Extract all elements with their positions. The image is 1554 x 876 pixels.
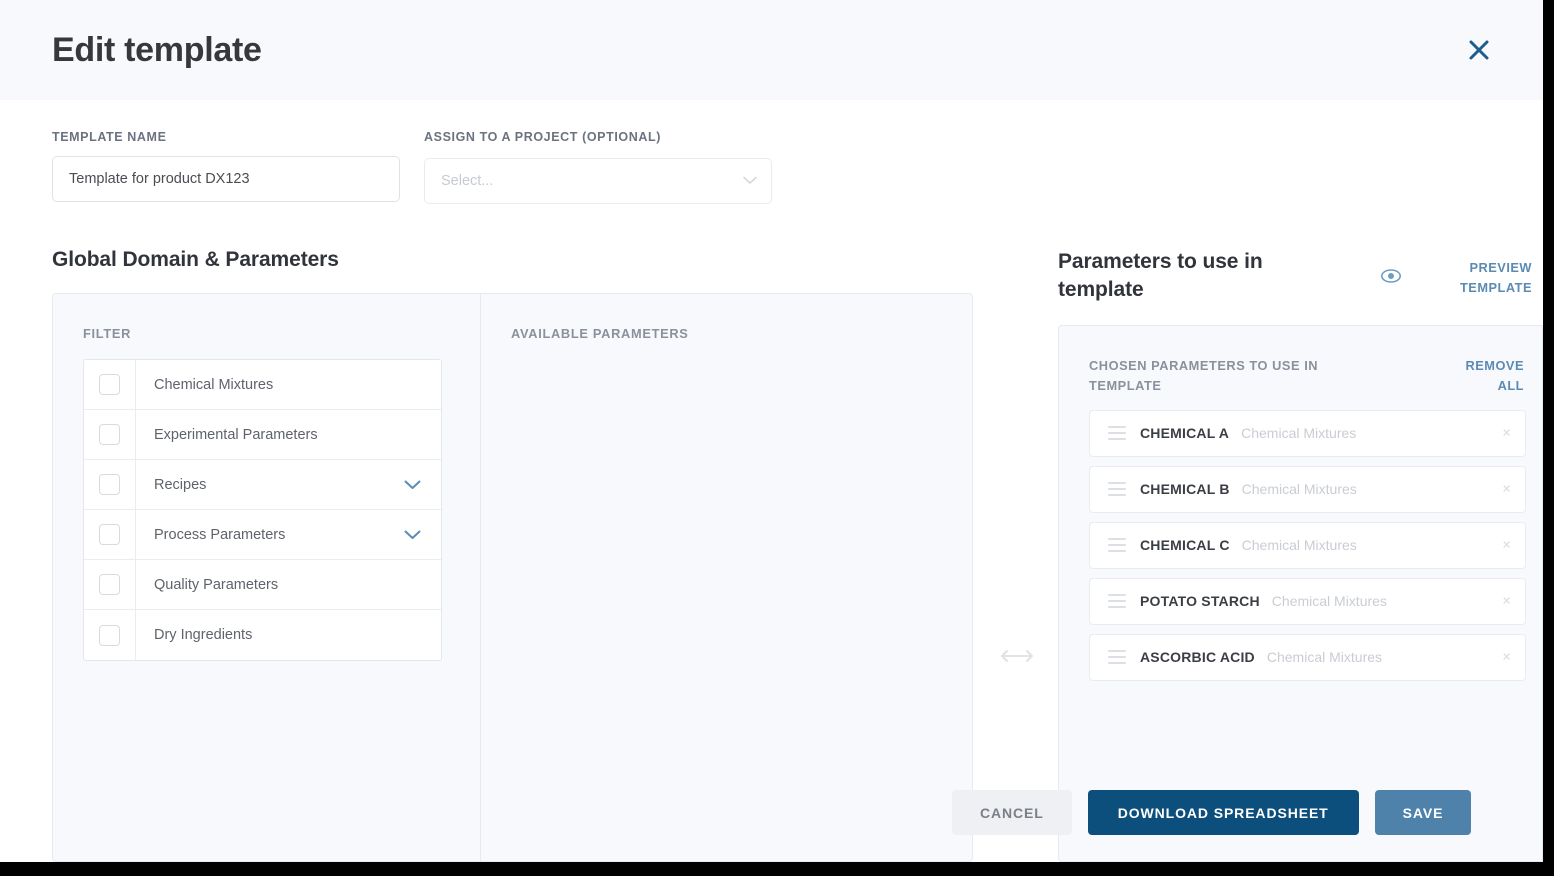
checkbox-icon[interactable] [99,624,120,646]
cancel-button[interactable]: CANCEL [952,790,1072,835]
chosen-parameters-header: CHOSEN PARAMETERS TO USE IN TEMPLATE REM… [1089,356,1542,396]
chosen-parameters-label: CHOSEN PARAMETERS TO USE IN TEMPLATE [1089,358,1319,393]
chosen-parameters-list: CHEMICAL A Chemical Mixtures × CHEMICAL … [1089,409,1542,681]
filter-item-label: Chemical Mixtures [154,376,274,393]
global-domain-panel: FILTER Chemical Mixtures Experimental Pa… [52,293,973,862]
checkbox-icon[interactable] [99,474,120,495]
chosen-parameter-group: Chemical Mixtures [1266,649,1383,666]
filter-checkbox-cell[interactable] [84,510,136,559]
checkbox-icon[interactable] [99,374,120,395]
remove-parameter-icon[interactable]: × [1502,538,1511,553]
filter-item-process-parameters[interactable]: Process Parameters [84,510,441,560]
drag-handle-icon[interactable] [1108,650,1126,665]
chosen-parameters-panel: CHOSEN PARAMETERS TO USE IN TEMPLATE REM… [1058,325,1543,862]
chevron-down-icon[interactable] [404,530,441,540]
preview-template-button[interactable]: PREVIEW TEMPLATE [1440,258,1532,298]
filter-item-label: Recipes [154,476,207,493]
assign-project-label: ASSIGN TO A PROJECT (OPTIONAL) [424,130,661,144]
filter-item-recipes[interactable]: Recipes [84,460,441,510]
filter-item-chemical-mixtures[interactable]: Chemical Mixtures [84,360,441,410]
filter-item-dry-ingredients[interactable]: Dry Ingredients [84,610,441,660]
filter-item-label: Experimental Parameters [154,426,318,443]
chosen-parameter-row[interactable]: CHEMICAL C Chemical Mixtures × [1089,521,1526,569]
assign-project-select[interactable]: Select... [424,158,772,204]
checkbox-icon[interactable] [99,574,120,595]
filter-checkbox-cell[interactable] [84,410,136,459]
assign-project-placeholder: Select... [441,173,494,189]
chosen-parameter-row[interactable]: CHEMICAL A Chemical Mixtures × [1089,409,1526,457]
chosen-parameter-group: Chemical Mixtures [1241,481,1357,498]
available-parameters-column: AVAILABLE PARAMETERS [481,294,972,861]
checkbox-icon[interactable] [99,424,120,445]
remove-parameter-icon[interactable]: × [1502,426,1511,441]
left-right-arrow-icon[interactable] [1000,648,1034,669]
chosen-parameter-group: Chemical Mixtures [1271,593,1387,610]
remove-parameter-icon[interactable]: × [1502,594,1511,609]
chosen-parameter-name: ASCORBIC ACID [1140,649,1255,666]
filter-checkbox-cell[interactable] [84,460,136,509]
template-name-input[interactable] [52,156,400,202]
chosen-parameter-row[interactable]: ASCORBIC ACID Chemical Mixtures × [1089,633,1526,681]
chosen-parameter-group: Chemical Mixtures [1241,537,1357,554]
chevron-down-icon[interactable] [404,480,441,490]
available-parameters-label: AVAILABLE PARAMETERS [511,326,689,341]
chevron-down-icon [743,172,757,190]
modal-header: Edit template [0,0,1543,100]
template-name-label: TEMPLATE NAME [52,130,167,144]
chosen-parameter-row[interactable]: POTATO STARCH Chemical Mixtures × [1089,577,1526,625]
remove-parameter-icon[interactable]: × [1502,650,1511,665]
filter-column: FILTER Chemical Mixtures Experimental Pa… [53,294,481,861]
filter-list: Chemical Mixtures Experimental Parameter… [83,359,442,661]
drag-handle-icon[interactable] [1108,482,1126,497]
filter-item-label: Quality Parameters [154,576,279,593]
template-form-row: TEMPLATE NAME ASSIGN TO A PROJECT (OPTIO… [52,130,772,204]
close-icon[interactable] [1459,30,1499,70]
drag-handle-icon[interactable] [1108,594,1126,609]
footer-actions: CANCEL DOWNLOAD SPREADSHEET SAVE [952,790,1472,835]
filter-item-experimental-parameters[interactable]: Experimental Parameters [84,410,441,460]
parameters-to-use-section-title: Parameters to use in template [1058,250,1263,301]
filter-checkbox-cell[interactable] [84,610,136,660]
remove-all-button[interactable]: REMOVE ALL [1450,356,1524,396]
chosen-parameter-name: CHEMICAL C [1140,537,1230,554]
page-title: Edit template [52,30,262,69]
checkbox-icon[interactable] [99,524,120,545]
chosen-parameter-name: CHEMICAL B [1140,481,1230,498]
drag-handle-icon[interactable] [1108,426,1126,441]
bottom-black-bar [0,862,1554,876]
global-domain-section-title: Global Domain & Parameters [52,248,339,271]
drag-handle-icon[interactable] [1108,538,1126,553]
edit-template-modal: Edit template TEMPLATE NAME ASSIGN TO A … [0,0,1543,862]
filter-checkbox-cell[interactable] [84,560,136,609]
chosen-parameter-group: Chemical Mixtures [1241,425,1357,442]
right-black-bar [1543,0,1554,876]
filter-item-label: Process Parameters [154,526,286,543]
remove-parameter-icon[interactable]: × [1502,482,1511,497]
download-spreadsheet-button[interactable]: DOWNLOAD SPREADSHEET [1087,790,1359,835]
filter-label: FILTER [83,326,132,341]
filter-item-quality-parameters[interactable]: Quality Parameters [84,560,441,610]
filter-item-label: Dry Ingredients [154,627,253,643]
template-name-field-group: TEMPLATE NAME [52,130,400,204]
assign-project-field-group: ASSIGN TO A PROJECT (OPTIONAL) Select... [424,130,772,204]
chosen-parameter-row[interactable]: CHEMICAL B Chemical Mixtures × [1089,465,1526,513]
eye-icon[interactable] [1380,268,1402,286]
chosen-parameter-name: CHEMICAL A [1140,425,1230,442]
filter-checkbox-cell[interactable] [84,360,136,409]
save-button[interactable]: SAVE [1374,790,1472,835]
chosen-parameter-name: POTATO STARCH [1140,593,1260,610]
